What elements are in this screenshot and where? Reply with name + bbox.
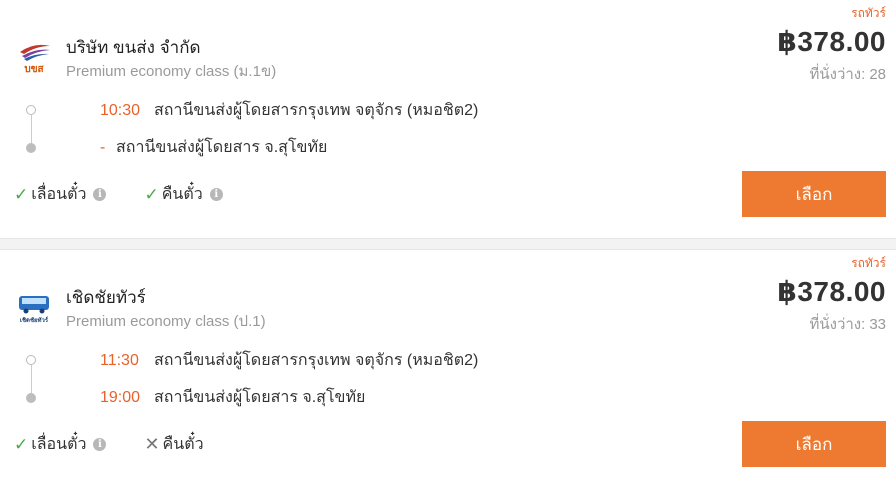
arrival-stop: - สถานีขนส่งผู้โดยสาร จ.สุโขทัย — [100, 135, 327, 160]
check-icon: ✓ — [14, 184, 29, 204]
seats-available: ที่นั่งว่าง: 33 — [810, 312, 887, 336]
arrival-time: 19:00 — [100, 389, 141, 406]
check-icon: ✓ — [14, 434, 29, 454]
departure-dot-icon — [26, 105, 36, 115]
company-logo: บขส — [16, 40, 52, 75]
policy-change: ✓ เลื่อนตั๋ว i — [14, 432, 107, 457]
bus-class: Premium economy class (ป.1) — [66, 313, 266, 330]
select-button[interactable]: เลือก — [742, 421, 886, 467]
arrival-dot-icon — [26, 143, 36, 153]
cross-icon: ✕ — [144, 434, 160, 454]
info-icon[interactable]: i — [209, 188, 223, 201]
policy-refund-label: คืนตั๋ว — [161, 186, 203, 203]
seats-label: ที่นั่งว่าง: — [809, 66, 866, 83]
seats-available: ที่นั่งว่าง: 28 — [810, 62, 887, 86]
ticket-policies: ✓ เลื่อนตั๋ว i ✕ คืนตั๋ว — [14, 432, 242, 457]
policy-change-label: เลื่อนตั๋ว — [31, 186, 87, 203]
departure-time: 10:30 — [100, 102, 141, 119]
arrival-station: สถานีขนส่งผู้โดยสาร จ.สุโขทัย — [116, 139, 328, 156]
seats-label: ที่นั่งว่าง: — [809, 316, 866, 333]
departure-dot-icon — [26, 355, 36, 365]
policy-change-label: เลื่อนตั๋ว — [31, 436, 87, 453]
price: ฿378.00 — [777, 26, 886, 57]
card-divider — [0, 238, 896, 250]
trip-card: รถทัวร์ เชิดชัยทัวร์ เชิดชัยทัวร์ Premiu… — [0, 250, 896, 488]
vehicle-type-badge: รถทัวร์ — [851, 256, 886, 270]
price: ฿378.00 — [777, 276, 886, 307]
arrival-station: สถานีขนส่งผู้โดยสาร จ.สุโขทัย — [154, 389, 366, 406]
arrival-dot-icon — [26, 393, 36, 403]
company-name: เชิดชัยทัวร์ — [66, 288, 146, 307]
company-logo-text: บขส — [24, 64, 44, 74]
select-button[interactable]: เลือก — [742, 171, 886, 217]
company-name: บริษัท ขนส่ง จำกัด — [66, 38, 201, 57]
company-logo: เชิดชัยทัวร์ — [16, 290, 52, 324]
departure-stop: 10:30 สถานีขนส่งผู้โดยสารกรุงเทพ จตุจักร … — [100, 98, 478, 123]
route-line — [30, 115, 32, 145]
seats-count: 28 — [869, 66, 886, 83]
departure-time: 11:30 — [100, 352, 139, 369]
route-line — [30, 365, 32, 395]
route-timeline — [26, 105, 38, 153]
policy-refund-label: คืนตั๋ว — [162, 436, 204, 453]
arrival-time: - — [100, 139, 106, 156]
departure-stop: 11:30 สถานีขนส่งผู้โดยสารกรุงเทพ จตุจักร … — [100, 348, 478, 373]
info-icon[interactable]: i — [93, 438, 107, 451]
policy-change: ✓ เลื่อนตั๋ว i — [14, 182, 107, 207]
seats-count: 33 — [869, 316, 886, 333]
vehicle-type-badge: รถทัวร์ — [851, 6, 886, 20]
info-icon[interactable]: i — [93, 188, 107, 201]
arrival-stop: 19:00 สถานีขนส่งผู้โดยสาร จ.สุโขทัย — [100, 385, 365, 410]
departure-station: สถานีขนส่งผู้โดยสารกรุงเทพ จตุจักร (หมอช… — [154, 352, 479, 369]
policy-refund: ✓ คืนตั๋ว i — [144, 182, 223, 207]
ticket-policies: ✓ เลื่อนตั๋ว i ✓ คืนตั๋ว i — [14, 182, 261, 207]
route-timeline — [26, 355, 38, 403]
trip-card: รถทัวร์ บขส บริษัท ขนส่ง จำกัด Premium e… — [0, 0, 896, 238]
policy-refund: ✕ คืนตั๋ว — [144, 432, 203, 457]
check-icon: ✓ — [144, 184, 159, 204]
bus-class: Premium economy class (ม.1ข) — [66, 63, 277, 80]
company-logo-text: เชิดชัยทัวร์ — [20, 316, 49, 324]
departure-station: สถานีขนส่งผู้โดยสารกรุงเทพ จตุจักร (หมอช… — [154, 102, 479, 119]
